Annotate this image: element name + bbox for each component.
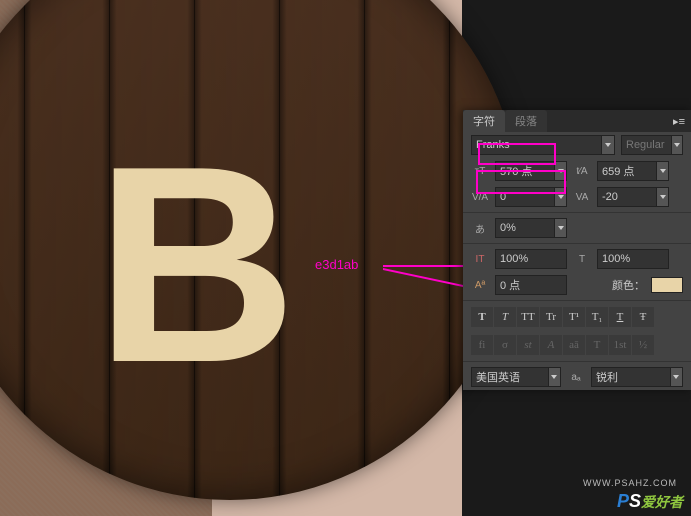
font-style-input[interactable] [622,139,671,151]
horiz-scale-input[interactable] [598,253,668,265]
font-size-input[interactable] [496,165,554,177]
antialiasing-input[interactable] [592,371,670,383]
kerning-dropdown-icon[interactable] [554,188,566,206]
watermark-logo: PS爱好者 [617,491,683,512]
style-strikethrough[interactable]: Ŧ [632,307,654,327]
antialiasing-dropdown-icon[interactable] [670,368,682,386]
antialiasing-icon: aₐ [567,368,585,386]
scale-input[interactable] [496,222,554,234]
document-canvas[interactable]: B [0,0,462,516]
text-color-swatch[interactable] [651,277,683,293]
vert-scale-input[interactable] [496,253,566,265]
watermark-url: WWW.PSAHZ.COM [583,478,677,488]
style-underline[interactable]: T [609,307,631,327]
opentype-ligatures[interactable]: fi [471,335,493,355]
opentype-fractions[interactable]: ½ [632,335,654,355]
tracking-input[interactable] [598,191,656,203]
scale-field[interactable] [495,218,567,238]
kerning-input[interactable] [496,191,554,203]
tab-character[interactable]: 字符 [463,110,505,132]
opentype-ordinals[interactable]: 1st [609,335,631,355]
horiz-scale-field[interactable] [597,249,669,269]
font-size-field[interactable] [495,161,567,181]
leading-dropdown-icon[interactable] [656,162,668,180]
font-style-select[interactable] [621,135,683,155]
kerning-icon: V/A [471,188,489,206]
font-size-icon: тT [471,162,489,180]
font-size-dropdown-icon[interactable] [554,162,566,180]
language-dropdown-icon[interactable] [548,368,560,386]
vert-scale-field[interactable] [495,249,567,269]
opentype-stylistic[interactable]: T [586,335,608,355]
style-subscript[interactable]: T₁ [586,307,608,327]
kerning-field[interactable] [495,187,567,207]
leading-input[interactable] [598,165,656,177]
language-input[interactable] [472,371,548,383]
font-style-dropdown-icon[interactable] [671,136,682,154]
baseline-input[interactable] [496,279,566,291]
type-style-row-1: T T TT Tr T¹ T₁ T Ŧ [463,303,691,331]
panel-tabs: 字符 段落 ▸≡ [463,110,691,132]
opentype-discretionary[interactable]: st [517,335,539,355]
annotation-color-hex: e3d1ab [315,257,358,272]
color-label: 颜色： [612,277,645,293]
font-family-select[interactable] [471,135,615,155]
opentype-alternates[interactable]: σ [494,335,516,355]
scale-icon: あ [471,219,489,237]
vert-scale-icon: IT [471,250,489,268]
font-family-input[interactable] [472,139,601,151]
panel-menu-icon[interactable]: ▸≡ [667,111,691,132]
character-panel: 字符 段落 ▸≡ тT t⁄A V/A VA [463,110,691,390]
tracking-dropdown-icon[interactable] [656,188,668,206]
language-select[interactable] [471,367,561,387]
baseline-field[interactable] [495,275,567,295]
style-allcaps[interactable]: TT [517,307,539,327]
horiz-scale-icon: T [573,250,591,268]
type-style-row-2: fi σ st A aā T 1st ½ [463,331,691,359]
style-smallcaps[interactable]: Tr [540,307,562,327]
style-italic[interactable]: T [494,307,516,327]
text-layer-letter[interactable]: B [95,125,297,405]
baseline-icon: Aª [471,276,489,294]
opentype-titling[interactable]: aā [563,335,585,355]
scale-dropdown-icon[interactable] [554,219,566,237]
tracking-field[interactable] [597,187,669,207]
antialiasing-select[interactable] [591,367,683,387]
tracking-icon: VA [573,188,591,206]
leading-icon: t⁄A [573,162,591,180]
tab-paragraph[interactable]: 段落 [505,110,547,132]
font-family-dropdown-icon[interactable] [601,136,614,154]
opentype-swash[interactable]: A [540,335,562,355]
style-bold[interactable]: T [471,307,493,327]
leading-field[interactable] [597,161,669,181]
style-superscript[interactable]: T¹ [563,307,585,327]
